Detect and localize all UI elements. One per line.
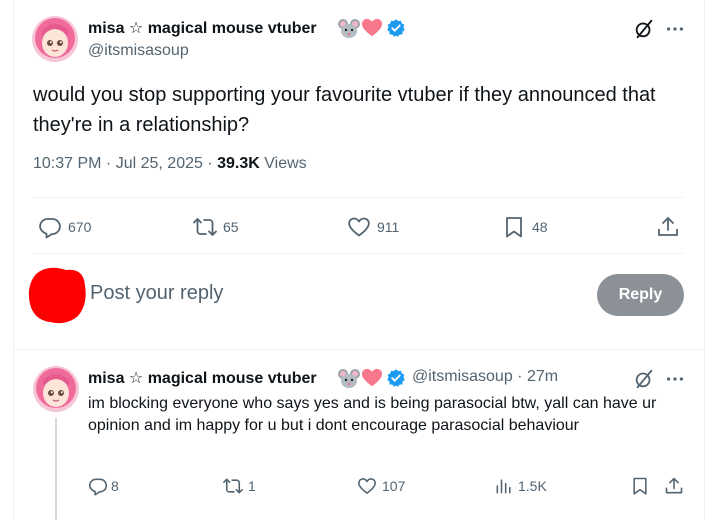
views-action[interactable]: 1.5K bbox=[494, 476, 547, 496]
verified-badge-icon[interactable] bbox=[386, 18, 406, 38]
views-icon bbox=[496, 479, 511, 494]
share-action[interactable] bbox=[664, 476, 684, 496]
avatar[interactable] bbox=[32, 16, 78, 62]
reply-action[interactable]: 8 bbox=[88, 476, 119, 496]
avatar-image bbox=[32, 16, 78, 62]
verified-badge-icon[interactable] bbox=[386, 368, 406, 388]
reply-count: 8 bbox=[111, 478, 119, 494]
divider bbox=[13, 349, 705, 350]
share-icon bbox=[665, 477, 683, 494]
bookmark-icon bbox=[633, 477, 647, 495]
like-action[interactable]: 107 bbox=[357, 476, 405, 496]
more-icon[interactable] bbox=[664, 18, 686, 40]
handle[interactable]: @itsmisasoup bbox=[412, 368, 513, 385]
bookmark-action[interactable]: 48 bbox=[502, 215, 548, 239]
mouse-emoji-icon bbox=[338, 19, 360, 38]
bookmark-count: 48 bbox=[532, 219, 548, 235]
tweet-time[interactable]: 10:37 PM bbox=[33, 155, 101, 172]
heart-emoji-icon bbox=[361, 18, 383, 37]
like-action[interactable]: 911 bbox=[347, 215, 399, 239]
share-icon bbox=[658, 217, 678, 236]
avatar-image bbox=[33, 366, 79, 412]
reply-age[interactable]: 27m bbox=[527, 368, 558, 385]
divider bbox=[32, 253, 684, 254]
repost-icon bbox=[193, 218, 217, 236]
tweet-date[interactable]: Jul 25, 2025 bbox=[116, 155, 203, 172]
reply-button[interactable]: Reply bbox=[597, 274, 684, 316]
repost-icon bbox=[223, 478, 243, 494]
reply-icon bbox=[88, 478, 108, 496]
repost-action[interactable]: 1 bbox=[222, 476, 256, 496]
repost-count: 1 bbox=[248, 478, 256, 494]
reply-input[interactable]: Post your reply bbox=[90, 282, 223, 305]
mouse-emoji-icon bbox=[338, 369, 360, 388]
more-icon[interactable] bbox=[664, 368, 686, 390]
avatar[interactable] bbox=[33, 366, 79, 412]
handle[interactable]: @itsmisasoup bbox=[88, 42, 189, 60]
grok-icon[interactable] bbox=[633, 368, 655, 390]
repost-count: 65 bbox=[223, 219, 239, 235]
column-border-right bbox=[704, 0, 705, 520]
grok-icon[interactable] bbox=[633, 18, 655, 40]
reply-handle-line: @itsmisasoup · 27m bbox=[412, 368, 559, 385]
redacted-avatar bbox=[28, 267, 86, 324]
like-count: 107 bbox=[382, 478, 406, 494]
column-border-left bbox=[13, 0, 14, 520]
display-name[interactable]: misa ☆ magical mouse vtuber bbox=[88, 18, 317, 38]
like-icon bbox=[358, 478, 376, 494]
bookmark-icon bbox=[506, 217, 522, 238]
thread-line bbox=[55, 418, 57, 520]
reply-text: im blocking everyone who says yes and is… bbox=[88, 395, 657, 434]
share-action[interactable] bbox=[656, 215, 680, 239]
reply-action[interactable]: 670 bbox=[38, 215, 91, 239]
like-count: 911 bbox=[377, 219, 400, 235]
views-count: 1.5K bbox=[518, 478, 547, 494]
bookmark-action[interactable] bbox=[630, 476, 650, 496]
tweet-text: would you stop supporting your favourite… bbox=[33, 84, 656, 136]
repost-action[interactable]: 65 bbox=[193, 215, 239, 239]
display-name[interactable]: misa ☆ magical mouse vtuber bbox=[88, 368, 317, 388]
heart-emoji-icon bbox=[361, 368, 383, 387]
divider bbox=[32, 197, 684, 198]
views-label: Views bbox=[264, 155, 307, 172]
views-count: 39.3K bbox=[217, 155, 260, 172]
reply-icon bbox=[39, 218, 61, 239]
like-icon bbox=[348, 217, 370, 237]
reply-count: 670 bbox=[68, 219, 92, 235]
tweet-meta: 10:37 PM · Jul 25, 2025 · 39.3K Views bbox=[33, 155, 307, 172]
